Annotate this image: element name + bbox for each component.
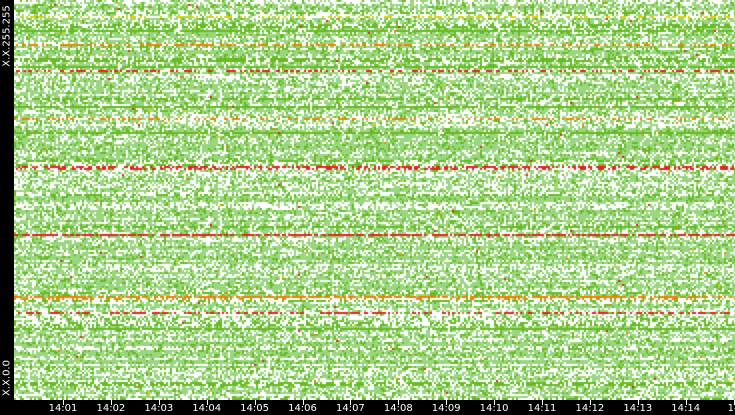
x-tick-label: 14: [727, 403, 735, 414]
x-tick-label: 14:10: [479, 403, 509, 414]
x-tick-label: 14:09: [431, 403, 461, 414]
heatmap-plot-area: [14, 0, 735, 400]
y-label-bottom: X.X.0.0: [1, 360, 13, 396]
x-tick-label: 14:08: [383, 403, 413, 414]
x-tick-label: 14:12: [575, 403, 605, 414]
x-tick-label: 14:03: [144, 403, 174, 414]
heatmap-chart: X.X.255.255 X.X.0.0 14:01 14:02 14:03 14:04…: [0, 0, 735, 415]
x-tick-label: 14:13: [623, 403, 653, 414]
y-label-top: X.X.255.255: [1, 5, 13, 67]
x-tick-label: 14:06: [288, 403, 317, 414]
x-tick-label: 14:04: [192, 403, 222, 414]
x-tick-label: 14:05: [240, 403, 270, 414]
x-tick-label: 14:11: [527, 403, 557, 414]
x-tick-label: 14:01: [48, 403, 78, 414]
x-tick-label: 14:07: [335, 403, 365, 414]
x-tick-label: 14:02: [96, 403, 126, 414]
x-tick-label: 14:14: [671, 403, 701, 414]
